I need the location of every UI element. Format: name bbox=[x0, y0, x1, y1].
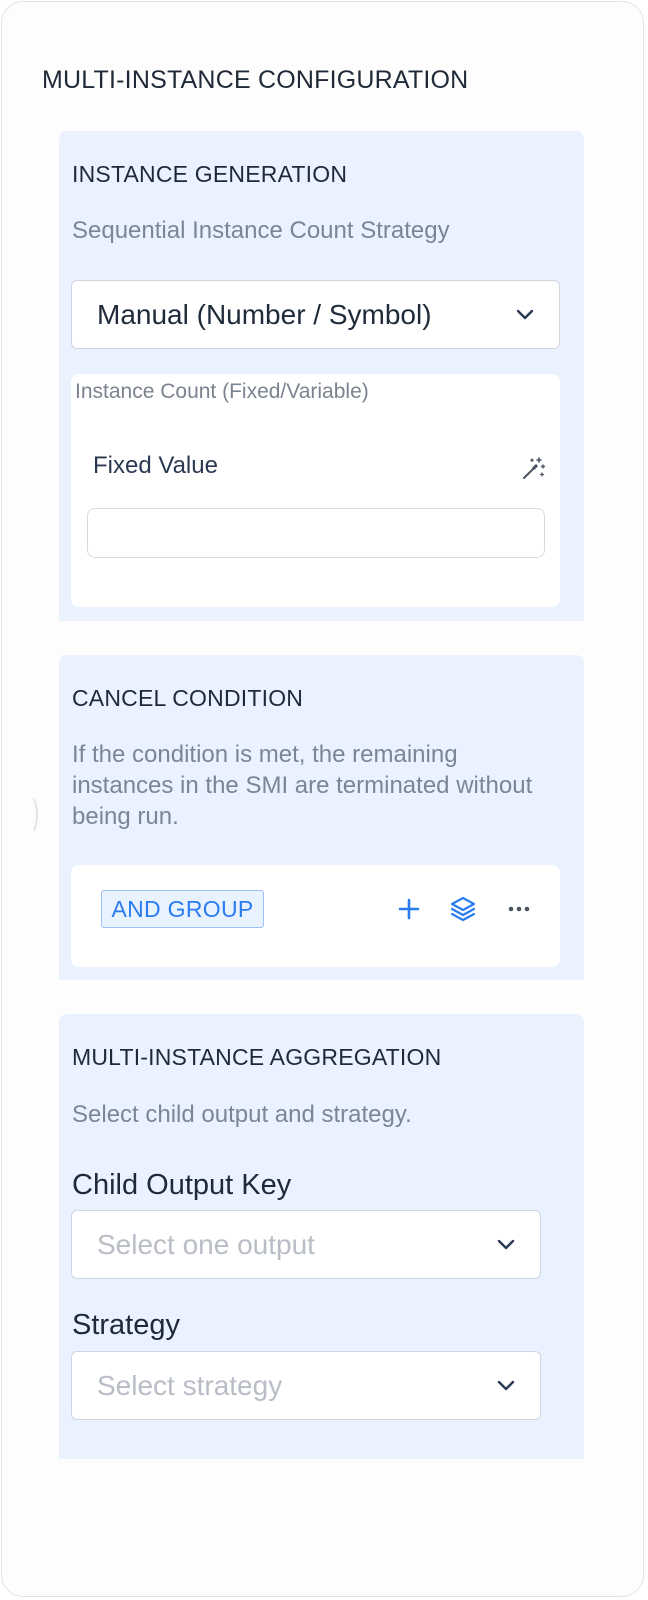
magic-wand-icon[interactable] bbox=[521, 455, 547, 481]
fixed-value-label: Fixed Value bbox=[93, 452, 218, 479]
section-description: Select child output and strategy. bbox=[72, 1101, 412, 1128]
page-title: MULTI-INSTANCE CONFIGURATION bbox=[42, 66, 469, 94]
instance-count-card: Instance Count (Fixed/Variable) Fixed Va… bbox=[71, 374, 560, 607]
select-placeholder: Select one output bbox=[97, 1229, 315, 1260]
select-value: Manual (Number / Symbol) bbox=[97, 299, 432, 330]
child-output-key-select[interactable]: Select one output bbox=[71, 1210, 541, 1279]
cancel-condition-section: CANCEL CONDITION If the condition is met… bbox=[59, 655, 584, 980]
condition-group-card: AND GROUP bbox=[71, 865, 560, 967]
strategy-select[interactable]: Select strategy bbox=[71, 1351, 541, 1420]
more-options-button[interactable] bbox=[503, 893, 535, 925]
section-description: If the condition is met, the remaining i… bbox=[72, 741, 533, 830]
instance-count-label: Instance Count (Fixed/Variable) bbox=[75, 380, 369, 403]
fixed-value-input[interactable] bbox=[87, 508, 545, 558]
plus-icon bbox=[398, 898, 420, 920]
select-placeholder: Select strategy bbox=[97, 1370, 283, 1401]
layers-icon bbox=[450, 896, 476, 922]
config-panel: MULTI-INSTANCE CONFIGURATION INSTANCE GE… bbox=[1, 1, 644, 1597]
add-group-button[interactable] bbox=[447, 893, 479, 925]
section-title: INSTANCE GENERATION bbox=[72, 161, 348, 187]
add-condition-button[interactable] bbox=[393, 893, 425, 925]
and-group-button[interactable]: AND GROUP bbox=[101, 890, 264, 928]
section-description: Sequential Instance Count Strategy bbox=[72, 217, 450, 244]
aggregation-section: MULTI-INSTANCE AGGREGATION Select child … bbox=[59, 1014, 584, 1459]
chevron-down-icon bbox=[516, 309, 534, 320]
child-output-key-label: Child Output Key bbox=[72, 1169, 292, 1201]
section-title: MULTI-INSTANCE AGGREGATION bbox=[72, 1044, 442, 1070]
chevron-down-icon bbox=[497, 1239, 515, 1250]
section-title: CANCEL CONDITION bbox=[72, 685, 304, 711]
chevron-down-icon bbox=[497, 1380, 515, 1391]
collapse-handle-icon[interactable] bbox=[32, 797, 42, 833]
strategy-label: Strategy bbox=[72, 1309, 180, 1341]
strategy-mode-select[interactable]: Manual (Number / Symbol) bbox=[71, 280, 560, 349]
instance-generation-section: INSTANCE GENERATION Sequential Instance … bbox=[59, 131, 584, 621]
more-icon bbox=[508, 906, 530, 912]
